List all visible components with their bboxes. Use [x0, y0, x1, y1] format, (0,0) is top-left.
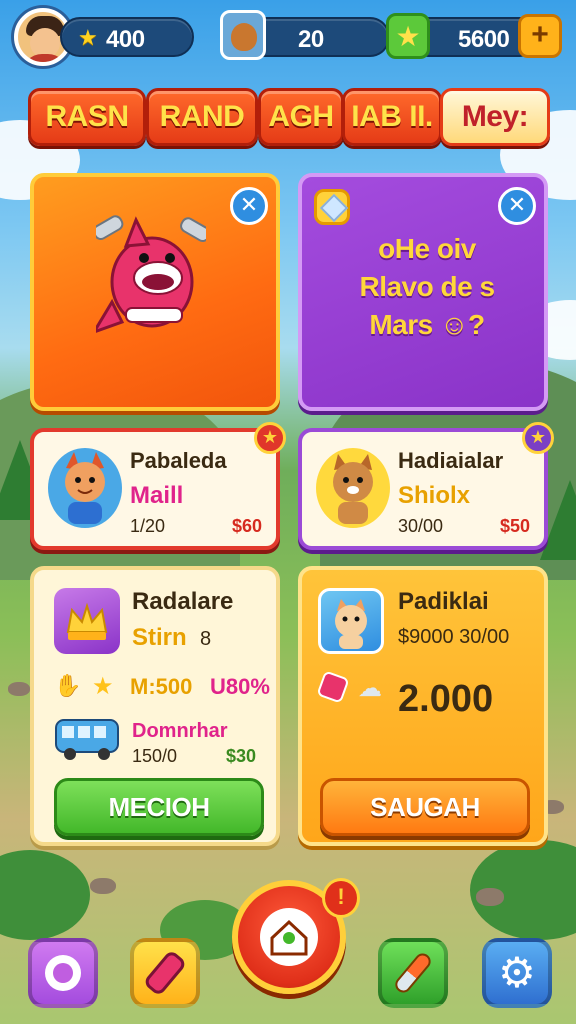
- top-resource-bar: ★ 400 20 5600 ★ +: [0, 0, 576, 80]
- shop-item-name: Domnrhar: [132, 720, 228, 742]
- stars-counter: ★ 400: [60, 17, 194, 57]
- purchase-button[interactable]: SAUGAH: [320, 778, 530, 836]
- gem-pink-icon: [316, 670, 350, 704]
- offer-subtitle: Maill: [130, 482, 184, 509]
- dog-character-avatar: [316, 448, 390, 528]
- shop-subtitle: Stirn: [132, 624, 187, 651]
- gear-icon: ⚙: [498, 948, 536, 997]
- promo-line-1: oHe oiv: [378, 233, 476, 264]
- home-icon: [260, 908, 318, 966]
- promo-line-3: Mars ☺?: [369, 309, 485, 340]
- category-tabs: RASN RAND AGH IAB II. Mey:: [28, 88, 550, 146]
- nav-settings-button[interactable]: ⚙: [482, 938, 552, 1008]
- shop-amount: 2.000: [398, 678, 494, 720]
- offer-card-right[interactable]: Hadiaialar Shiolx 30/00 $50 ★: [298, 422, 554, 550]
- nav-brush-button[interactable]: [378, 938, 448, 1008]
- shop-card-left: Radalare Stirn 8 ✋ ★ M:500 U80% Domnrhar…: [30, 566, 280, 846]
- promo-line-2: Rlavo de s: [359, 271, 495, 302]
- gems-value: 5600: [458, 26, 510, 53]
- tab-label: IAB II.: [351, 100, 433, 133]
- close-card-button[interactable]: ✕: [230, 187, 268, 225]
- star-icon: ★: [522, 422, 554, 454]
- offer-price: $50: [499, 516, 530, 536]
- shop-stat-value: M:500: [130, 674, 193, 699]
- pet-icon: [220, 10, 266, 60]
- tab-label: RAND: [159, 100, 245, 133]
- tab-rand[interactable]: RAND: [146, 88, 258, 146]
- gem-icon: [314, 189, 350, 225]
- tab-label: AGH: [268, 100, 334, 133]
- search-icon: [45, 955, 81, 991]
- crown-icon: [54, 588, 120, 654]
- offer-progress: 30/00: [398, 516, 444, 536]
- shop-item-price: $30: [226, 746, 257, 766]
- potion-icon: [142, 949, 188, 997]
- star-icon: ★: [92, 672, 114, 700]
- promo-message-card[interactable]: ✕ oHe oiv Rlavo de s Mars ☺?: [298, 173, 548, 411]
- offer-progress: 1/20: [130, 516, 166, 536]
- shop-title: Padiklai: [398, 588, 489, 615]
- shop-stat-percent: U80%: [210, 674, 270, 699]
- stars-value: 400: [106, 26, 145, 53]
- add-currency-button[interactable]: +: [518, 14, 562, 58]
- featured-character-card[interactable]: ✕: [30, 173, 280, 411]
- shop-title: Radalare: [132, 588, 234, 615]
- star-icon: ★: [78, 26, 98, 51]
- cat-icon: [318, 588, 384, 654]
- pets-value: 20: [298, 26, 324, 53]
- offer-subtitle: Shiolx: [398, 482, 471, 509]
- offer-card-left[interactable]: Pabaleda Maill 1/20 $60 ★: [30, 422, 286, 550]
- shop-subtitle-extra: 8: [200, 628, 212, 650]
- brush-icon: [392, 950, 434, 996]
- offer-title: Hadiaialar: [398, 448, 504, 473]
- shop-item-count: 150/0: [132, 746, 178, 766]
- offer-title: Pabaleda: [130, 448, 227, 473]
- tab-iab[interactable]: IAB II.: [342, 88, 442, 146]
- buy-button[interactable]: MECIOH: [54, 778, 264, 836]
- shop-price-line: $9000 30/00: [398, 626, 510, 648]
- tab-agh[interactable]: AGH: [258, 88, 344, 146]
- nav-item-button[interactable]: [130, 938, 200, 1008]
- star-gem-icon: ★: [386, 13, 430, 59]
- fox-character-avatar: [48, 448, 122, 528]
- shark-character-image: [96, 215, 206, 333]
- cloud-icon: ☁: [358, 674, 382, 702]
- nav-search-button[interactable]: [28, 938, 98, 1008]
- tab-rasn[interactable]: RASN: [28, 88, 146, 146]
- close-card-button[interactable]: ✕: [498, 187, 536, 225]
- shop-card-right: Padiklai $9000 30/00 ☁ 2.000 SAUGAH: [298, 566, 548, 846]
- notification-badge: !: [322, 878, 360, 918]
- tab-label: Mey:: [461, 100, 529, 133]
- tab-label: RASN: [45, 100, 129, 133]
- offer-price: $60: [231, 516, 262, 536]
- star-icon: ★: [254, 422, 286, 454]
- bus-icon: [54, 716, 120, 762]
- hand-icon: ✋: [54, 674, 82, 699]
- tab-mey[interactable]: Mey:: [440, 88, 550, 146]
